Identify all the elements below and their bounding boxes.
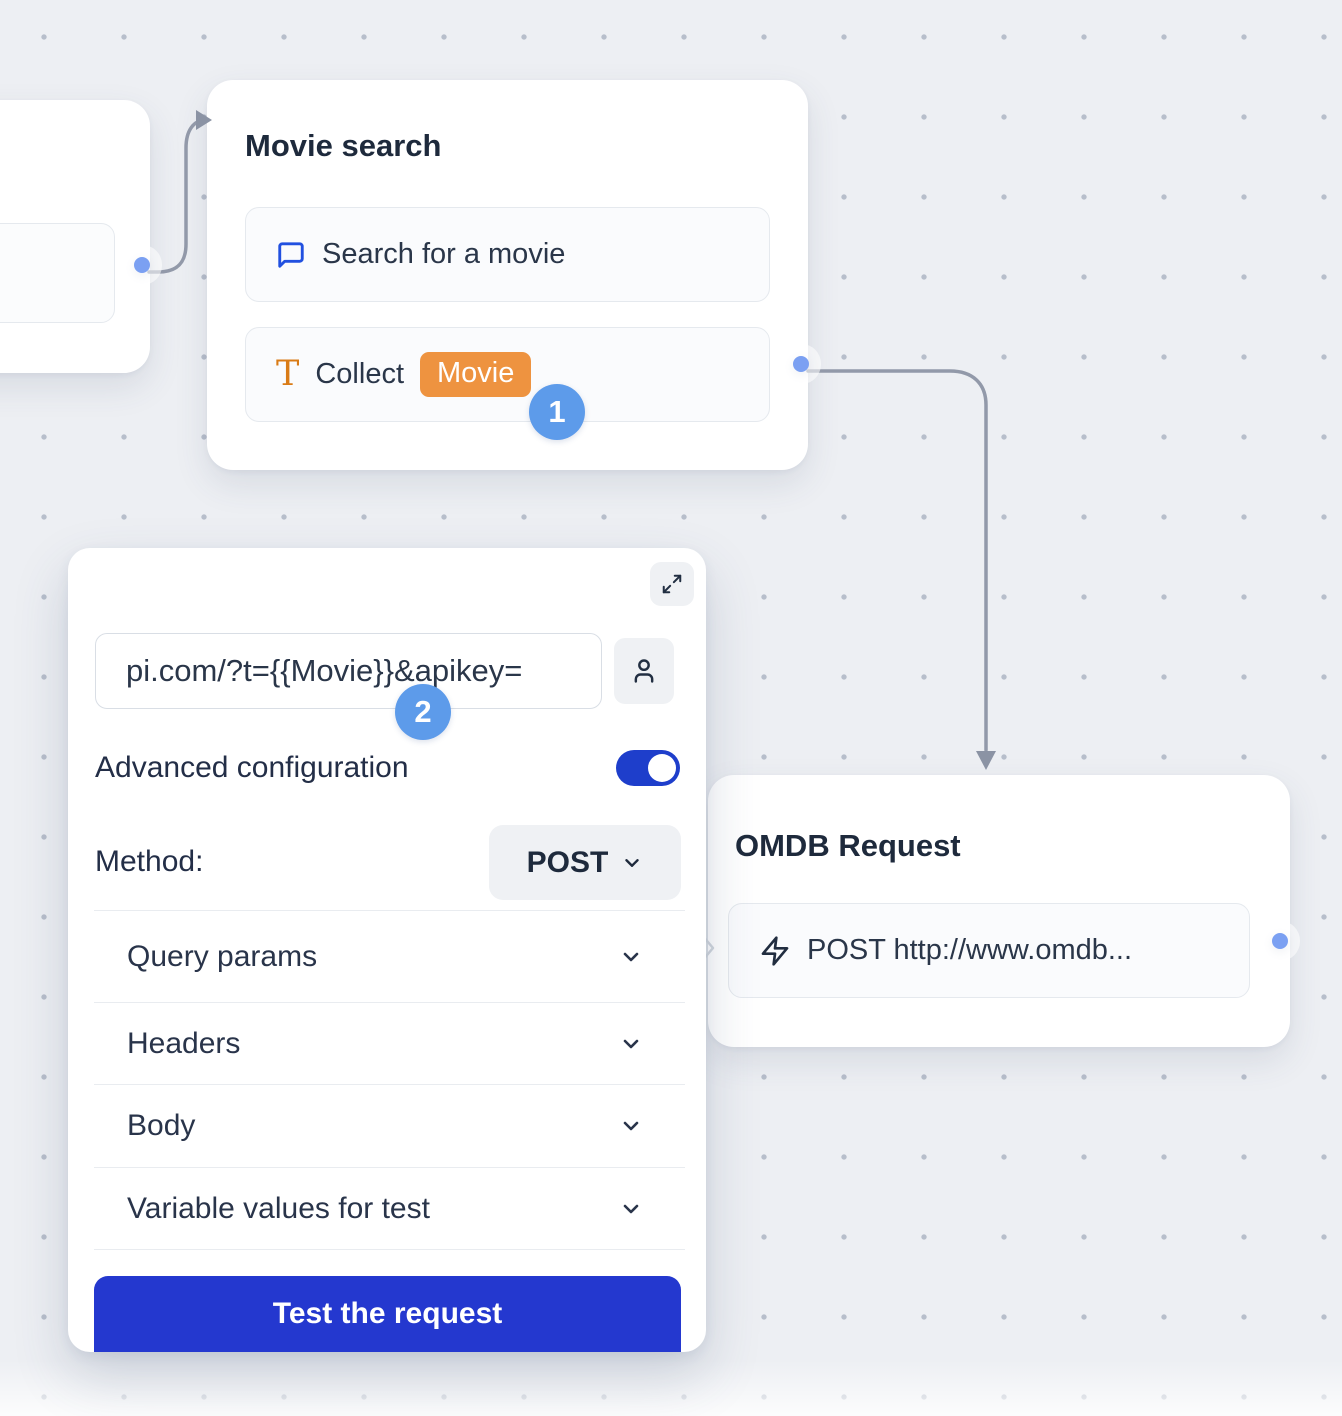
chevron-down-icon [619, 945, 643, 969]
chevron-down-icon [619, 1032, 643, 1056]
flow-canvas[interactable]: Movie search Search for a movie T Collec… [0, 0, 1342, 1416]
output-port-movie-search[interactable] [793, 356, 809, 372]
chevron-down-icon [619, 1197, 643, 1221]
node-omdb-request[interactable]: OMDB Request POST http://www.omdb... [708, 775, 1290, 1047]
node-item-label: POST http://www.omdb... [807, 934, 1132, 967]
expand-icon [661, 573, 683, 595]
step-badge-1: 1 [529, 384, 585, 440]
section-variable-values-for-test[interactable]: Variable values for test [94, 1167, 685, 1249]
expand-button[interactable] [650, 562, 694, 606]
node-item-collect-movie[interactable]: T Collect Movie [245, 327, 770, 422]
chevron-down-icon [619, 1114, 643, 1138]
method-value: POST [527, 846, 609, 880]
connector-left-to-movie-search [149, 120, 206, 272]
person-variable-button[interactable] [614, 638, 674, 704]
webhook-config-panel[interactable]: Advanced configuration Method: POST Quer… [68, 548, 706, 1352]
section-headers[interactable]: Headers [94, 1002, 685, 1084]
lightning-icon [759, 935, 791, 967]
output-port-left-node[interactable] [134, 257, 150, 273]
method-label: Method: [95, 844, 203, 880]
partial-node-item[interactable] [0, 223, 115, 323]
section-label: Body [127, 1109, 195, 1143]
chat-bubble-icon [276, 240, 306, 270]
method-dropdown[interactable]: POST [489, 825, 681, 900]
request-url-input[interactable] [95, 633, 602, 709]
test-request-button[interactable]: Test the request [94, 1276, 681, 1352]
canvas-bottom-fade [0, 1360, 1342, 1416]
node-item-label: Collect [315, 358, 404, 391]
text-collect-icon: T [276, 357, 299, 392]
connector-arrowhead-down [976, 751, 996, 770]
advanced-configuration-label: Advanced configuration [95, 750, 409, 786]
connector-movie-search-to-omdb [808, 371, 986, 750]
section-query-params[interactable]: Query params [94, 910, 685, 1002]
variable-badge-movie[interactable]: Movie [420, 352, 531, 397]
output-port-omdb-request[interactable] [1272, 933, 1288, 949]
section-body[interactable]: Body [94, 1084, 685, 1167]
node-item-search-for-a-movie[interactable]: Search for a movie [245, 207, 770, 302]
partial-node-left[interactable] [0, 100, 150, 373]
node-movie-search[interactable]: Movie search Search for a movie T Collec… [207, 80, 808, 470]
advanced-configuration-toggle[interactable] [616, 750, 680, 786]
node-title: OMDB Request [735, 828, 961, 864]
chevron-down-icon [621, 852, 643, 874]
node-item-post-request[interactable]: POST http://www.omdb... [728, 903, 1250, 998]
section-label: Query params [127, 940, 317, 974]
step-badge-2: 2 [395, 684, 451, 740]
node-item-label: Search for a movie [322, 238, 565, 271]
section-label: Headers [127, 1027, 240, 1061]
person-icon [630, 657, 658, 685]
node-title: Movie search [245, 128, 441, 164]
section-label: Variable values for test [127, 1192, 430, 1226]
toggle-knob [648, 754, 676, 782]
divider [94, 1249, 685, 1250]
